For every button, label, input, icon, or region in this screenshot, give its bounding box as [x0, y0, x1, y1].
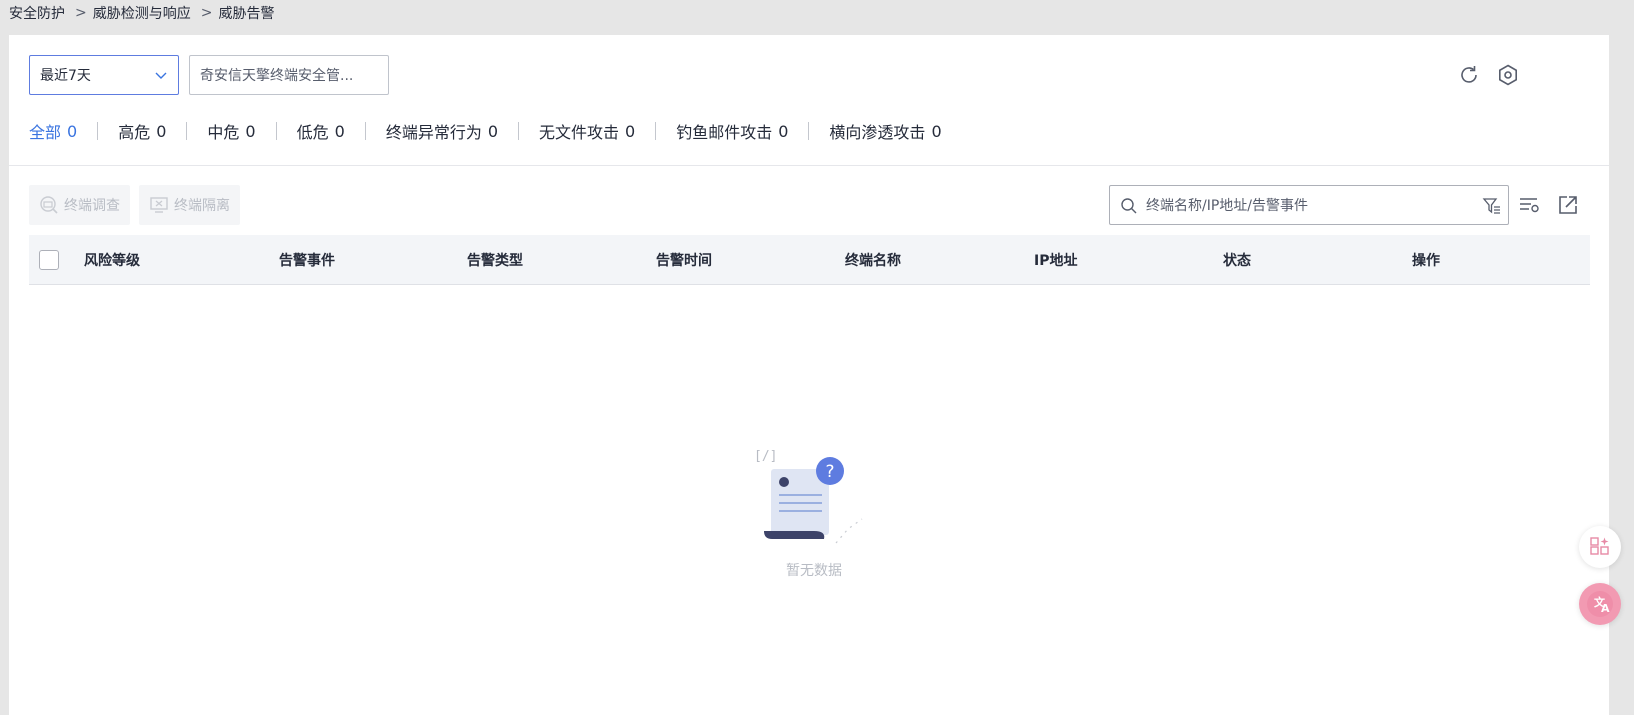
tab-label: 中危	[207, 123, 240, 142]
main-panel: 最近7天 奇安信天擎终端安全管... 全部 0 高危 0 中危 0 低危 0 终…	[9, 35, 1609, 715]
breadcrumb-item-threat-alerts: 威胁告警	[218, 6, 275, 22]
tab-divider	[97, 122, 99, 140]
tab-label: 无文件攻击	[539, 123, 620, 142]
breadcrumb-separator: >	[200, 5, 213, 21]
breadcrumb-item-security[interactable]: 安全防护	[9, 3, 65, 23]
tab-count: 0	[931, 121, 942, 141]
tab-divider	[518, 122, 520, 140]
divider	[9, 165, 1609, 166]
svg-text:[/]: [/]	[754, 449, 777, 464]
column-alert-event[interactable]: 告警事件	[279, 235, 335, 285]
search-placeholder: 终端名称/IP地址/告警事件	[1146, 198, 1309, 214]
time-range-select[interactable]: 最近7天	[29, 55, 179, 95]
apps-icon	[1590, 537, 1609, 555]
refresh-icon[interactable]	[1457, 63, 1481, 87]
column-alert-time[interactable]: 告警时间	[656, 235, 712, 285]
investigate-button[interactable]: 终端调查	[29, 185, 130, 225]
column-settings-icon[interactable]	[1517, 193, 1541, 217]
apps-widget-button[interactable]	[1579, 526, 1621, 568]
tab-lateral-movement[interactable]: 横向渗透攻击 0	[829, 119, 941, 143]
tab-count: 0	[778, 121, 789, 141]
table-header: 风险等级 告警事件 告警类型 告警时间 终端名称 IP地址 状态 操作	[29, 235, 1590, 285]
time-range-value: 最近7天	[40, 68, 91, 84]
tab-label: 终端异常行为	[385, 123, 482, 142]
search-input[interactable]: 终端名称/IP地址/告警事件	[1109, 185, 1509, 225]
svg-text:A: A	[1601, 602, 1610, 615]
column-endpoint-name[interactable]: 终端名称	[845, 235, 901, 285]
translate-icon: 文 A	[1587, 591, 1613, 617]
tab-count: 0	[67, 121, 78, 141]
gear-icon[interactable]	[1496, 63, 1520, 87]
translate-widget-button[interactable]: 文 A	[1579, 583, 1621, 625]
tab-phishing-attack[interactable]: 钓鱼邮件攻击 0	[676, 119, 788, 143]
tab-high[interactable]: 高危 0	[118, 119, 166, 143]
empty-state-illustration: [/] ?	[754, 449, 863, 544]
column-risk-level[interactable]: 风险等级	[84, 235, 140, 285]
source-filter-input[interactable]: 奇安信天擎终端安全管...	[189, 55, 389, 95]
tab-count: 0	[245, 121, 256, 141]
breadcrumb: 安全防护 > 威胁检测与响应 > 威胁告警	[9, 3, 274, 23]
risk-tabs: 全部 0 高危 0 中危 0 低危 0 终端异常行为 0 无文件攻击 0 钓鱼邮件攻击 0 横…	[29, 115, 942, 147]
tab-label: 全部	[29, 123, 62, 142]
breadcrumb-item-threat-detection[interactable]: 威胁检测与响应	[93, 3, 191, 23]
column-actions: 操作	[1412, 253, 1440, 269]
investigate-icon	[40, 196, 58, 214]
tab-medium[interactable]: 中危 0	[207, 119, 255, 143]
column-alert-type[interactable]: 告警类型	[467, 235, 523, 285]
source-filter-value: 奇安信天擎终端安全管...	[200, 68, 354, 84]
search-icon	[1121, 198, 1137, 214]
svg-text:?: ?	[825, 462, 834, 482]
breadcrumb-separator: >	[75, 5, 87, 21]
tab-count: 0	[156, 121, 167, 141]
tab-divider	[655, 122, 657, 140]
tab-all[interactable]: 全部 0	[29, 119, 77, 143]
tab-label: 高危	[118, 123, 151, 142]
tab-label: 低危	[296, 123, 329, 142]
tab-count: 0	[334, 121, 345, 141]
tab-divider	[275, 122, 277, 140]
isolate-label: 终端隔离	[174, 198, 230, 214]
tab-label: 钓鱼邮件攻击	[676, 123, 773, 142]
filter-icon[interactable]	[1482, 196, 1502, 216]
select-all-checkbox[interactable]	[39, 250, 59, 270]
isolate-icon	[150, 197, 168, 213]
tab-divider	[808, 122, 810, 140]
tab-divider	[186, 122, 188, 140]
investigate-label: 终端调查	[64, 198, 120, 214]
tab-fileless-attack[interactable]: 无文件攻击 0	[539, 119, 635, 143]
column-status[interactable]: 状态	[1223, 235, 1251, 285]
tab-low[interactable]: 低危 0	[297, 119, 345, 143]
tab-endpoint-anomaly[interactable]: 终端异常行为 0	[386, 119, 498, 143]
tab-count: 0	[625, 121, 636, 141]
chevron-down-icon	[155, 72, 167, 79]
isolate-button[interactable]: 终端隔离	[139, 185, 240, 225]
tab-label: 横向渗透攻击	[829, 123, 926, 142]
tab-divider	[364, 122, 366, 140]
column-ip-address[interactable]: IP地址	[1034, 235, 1077, 285]
tab-count: 0	[487, 121, 499, 141]
empty-state-text: 暂无数据	[786, 563, 842, 579]
export-icon[interactable]	[1556, 193, 1580, 217]
